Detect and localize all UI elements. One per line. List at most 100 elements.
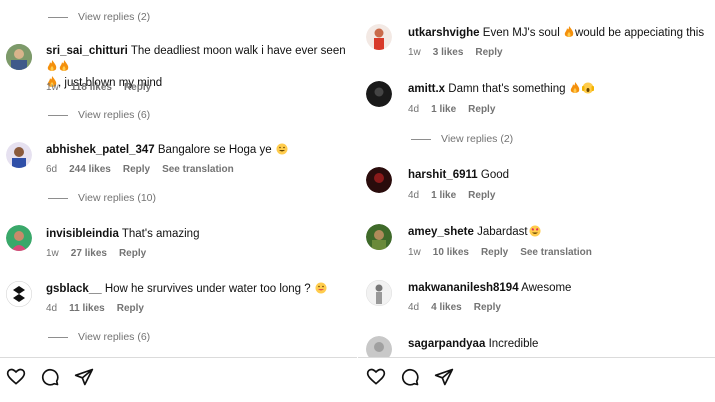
right-panel: utkarshvighe Even MJ's soul would be app… (358, 0, 715, 402)
comment-time: 1w (46, 82, 59, 93)
likes-count[interactable]: 3 likes (433, 47, 464, 58)
comment-meta: 1w 10 likes Reply See translation (408, 247, 592, 258)
comment-meta: 4d 11 likes Reply (46, 303, 144, 314)
heart-icon[interactable] (366, 367, 386, 387)
comment-time: 6d (46, 164, 58, 175)
reply-button[interactable]: Reply (468, 104, 495, 115)
heart-icon[interactable] (6, 367, 26, 387)
likes-count[interactable]: 1 like (431, 190, 456, 201)
avatar[interactable] (366, 224, 392, 250)
avatar[interactable] (366, 24, 392, 50)
likes-count[interactable]: 1 like (431, 104, 456, 115)
view-replies-label: View replies (10) (78, 192, 157, 204)
comment-body: Jabardast (477, 226, 528, 238)
comment-body: Awesome (521, 282, 572, 294)
comment-time: 1w (408, 47, 421, 58)
reply-button[interactable]: Reply (119, 248, 146, 259)
view-replies-button[interactable]: View replies (6) (48, 331, 150, 343)
comment-username[interactable]: amitt.x (408, 83, 445, 95)
comment-username[interactable]: gsblack__ (46, 283, 102, 295)
comment-body: Damn that's something (448, 83, 566, 95)
comment-body: The deadliest moon walk i have ever seen (130, 45, 346, 57)
reply-button[interactable]: Reply (474, 302, 501, 313)
action-bar (366, 367, 454, 387)
reply-button[interactable]: Reply (468, 190, 495, 201)
share-icon[interactable] (74, 367, 94, 387)
avatar[interactable] (6, 44, 32, 70)
comment-body: How he srurvives under water too long ? (104, 283, 311, 295)
share-icon[interactable] (434, 367, 454, 387)
comment-icon[interactable] (40, 367, 60, 387)
view-replies-label: View replies (6) (78, 331, 151, 343)
sweat-smile-emoji-icon (315, 282, 327, 294)
comment-meta: 4d 1 like Reply (408, 190, 495, 201)
heart-eyes-emoji-icon (529, 225, 541, 237)
comment-time: 1w (46, 248, 59, 259)
avatar[interactable] (6, 142, 32, 168)
comment-meta: 1w 27 likes Reply (46, 248, 146, 259)
avatar[interactable] (366, 167, 392, 193)
reply-button[interactable]: Reply (475, 47, 502, 58)
avatar[interactable] (366, 336, 392, 357)
avatar[interactable] (366, 81, 392, 107)
view-replies-button[interactable]: View replies (2) (48, 11, 150, 23)
comment-username[interactable]: harshit_6911 (408, 169, 478, 181)
action-bar (6, 367, 94, 387)
comment-text: abhishek_patel_347 Bangalore se Hoga ye (46, 142, 346, 158)
reply-button[interactable]: Reply (117, 303, 144, 314)
comment-text: harshit_6911 Good (408, 167, 713, 183)
comment-text: makwananilesh8194 Awesome (408, 280, 713, 296)
comment-text: amey_shete Jabardast (408, 224, 713, 240)
view-replies-label: View replies (6) (78, 109, 151, 121)
fire-emoji-icon (47, 60, 57, 71)
comment-time: 1w (408, 247, 421, 258)
reply-button[interactable]: Reply (124, 82, 151, 93)
fire-emoji-icon (570, 82, 580, 93)
comment-text: utkarshvighe Even MJ's soul would be app… (408, 25, 713, 41)
see-translation-button[interactable]: See translation (162, 164, 234, 175)
comment-meta: 4d 1 like Reply (408, 104, 495, 115)
view-replies-button[interactable]: View replies (2) (411, 133, 513, 145)
comment-time: 4d (46, 303, 58, 314)
avatar[interactable] (6, 281, 32, 307)
likes-count[interactable]: 10 likes (433, 247, 469, 258)
reply-button[interactable]: Reply (123, 164, 150, 175)
comment-username[interactable]: invisibleindia (46, 228, 119, 240)
view-replies-button[interactable]: View replies (6) (48, 109, 150, 121)
comment-body: Even MJ's soul (482, 27, 560, 39)
comment-meta: 6d 244 likes Reply See translation (46, 164, 234, 175)
likes-count[interactable]: 27 likes (71, 248, 107, 259)
comment-meta: 4d 4 likes Reply (408, 302, 501, 313)
comment-username[interactable]: sagarpandyaa (408, 338, 485, 350)
comment-meta: 1w 118 likes Reply (46, 82, 151, 93)
likes-count[interactable]: 244 likes (69, 164, 111, 175)
avatar[interactable] (366, 280, 392, 306)
cut-off-meta (408, 0, 411, 4)
see-translation-button[interactable]: See translation (520, 247, 592, 258)
comment-username[interactable]: amey_shete (408, 226, 474, 238)
likes-count[interactable]: 4 likes (431, 302, 462, 313)
comment-text: amitt.x Damn that's something (408, 81, 713, 97)
comment-username[interactable]: utkarshvighe (408, 27, 480, 39)
divider (0, 357, 357, 358)
likes-count[interactable]: 118 likes (71, 82, 112, 93)
comment-meta: 1w 3 likes Reply (408, 47, 503, 58)
likes-count[interactable]: 11 likes (69, 303, 105, 314)
comment-username[interactable]: makwananilesh8194 (408, 282, 519, 294)
comment-text: sagarpandyaa Incredible (408, 336, 713, 352)
comment-username[interactable]: abhishek_patel_347 (46, 144, 155, 156)
view-replies-button[interactable]: View replies (10) (48, 192, 156, 204)
avatar[interactable] (6, 225, 32, 251)
comment-icon[interactable] (400, 367, 420, 387)
fire-emoji-icon (59, 60, 69, 71)
comment-username[interactable]: sri_sai_chitturi (46, 45, 128, 57)
view-replies-label: View replies (2) (78, 11, 151, 23)
grinning-sweat-emoji-icon (276, 143, 288, 155)
comment-time: 4d (408, 104, 420, 115)
comment-body: Bangalore se Hoga ye (157, 144, 272, 156)
comment-body: Incredible (488, 338, 539, 350)
divider (358, 357, 715, 358)
comment-time: 4d (408, 190, 420, 201)
reply-button[interactable]: Reply (481, 247, 508, 258)
comment-body: Good (480, 169, 510, 181)
